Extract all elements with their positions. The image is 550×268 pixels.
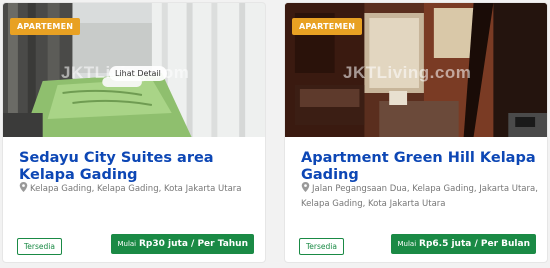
listing-location: Jalan Pegangsaan Dua, Kelapa Gading, Jak… [301, 182, 541, 212]
listing-location: Kelapa Gading, Kelapa Gading, Kota Jakar… [19, 182, 259, 197]
watermark-text: JKTLiving.com [343, 63, 472, 82]
listing-photo[interactable]: APARTEMEN JKTLiving.com [285, 3, 547, 137]
price-button[interactable]: Mulai Rp6.5 juta / Per Bulan [391, 234, 536, 254]
availability-badge: Tersedia [17, 238, 62, 255]
price-prefix: Mulai [397, 240, 417, 248]
price-button[interactable]: Mulai Rp30 juta / Per Tahun [111, 234, 254, 254]
availability-badge: Tersedia [299, 238, 344, 255]
category-badge: APARTEMEN [10, 18, 81, 35]
location-text: Kelapa Gading, Kelapa Gading, Kota Jakar… [30, 184, 242, 194]
listing-card-sedayu[interactable]: APARTEMEN JKTLiving.com Lihat Detail Sed… [2, 2, 266, 263]
category-badge: APARTEMEN [292, 18, 363, 35]
price-value: Rp6.5 juta / Per Bulan [419, 239, 530, 249]
listing-photo[interactable]: APARTEMEN JKTLiving.com Lihat Detail [3, 3, 265, 137]
location-text: Jalan Pegangsaan Dua, Kelapa Gading, Jak… [301, 184, 538, 209]
listing-title[interactable]: Apartment Green Hill Kelapa Gading [301, 150, 541, 184]
price-value: Rp30 juta / Per Tahun [139, 239, 248, 249]
listing-title[interactable]: Sedayu City Suites area Kelapa Gading [19, 150, 259, 184]
map-pin-icon [19, 182, 28, 192]
price-prefix: Mulai [117, 240, 137, 248]
view-detail-button[interactable]: Lihat Detail [109, 66, 167, 81]
listing-card-green-hill[interactable]: APARTEMEN JKTLiving.com Apartment Green … [284, 2, 548, 263]
map-pin-icon [301, 182, 310, 192]
